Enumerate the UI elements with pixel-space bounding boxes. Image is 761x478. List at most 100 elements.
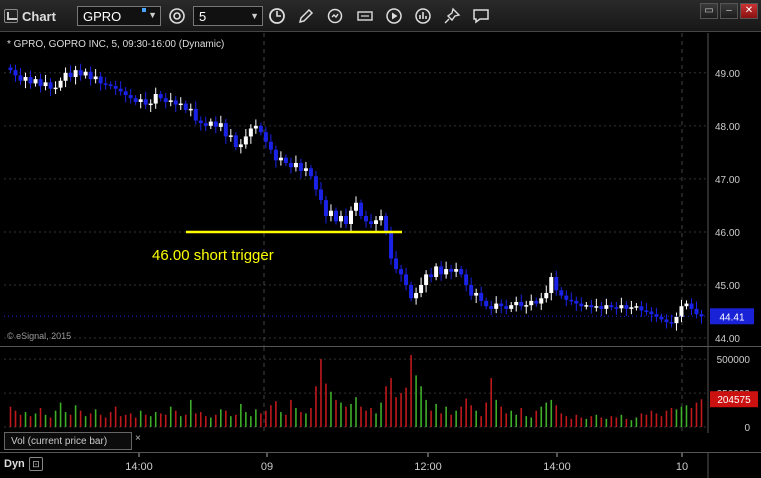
candle-body <box>268 141 273 150</box>
close-icon[interactable]: × <box>135 433 141 444</box>
candle-body <box>208 121 213 126</box>
interval-input[interactable]: 5 ▼ <box>193 6 263 26</box>
price-tick-label: 48.00 <box>715 122 740 133</box>
candle-body <box>213 121 218 127</box>
candle-body <box>524 305 529 307</box>
candle-body <box>384 216 389 232</box>
candle-body <box>529 300 534 306</box>
restore-button[interactable]: ▭ <box>700 3 718 19</box>
time-axis[interactable]: 14:00 09 12:00 14:00 10 Dyn ⊡ <box>0 452 761 478</box>
candle-body <box>479 292 484 301</box>
candle-body <box>68 72 73 78</box>
candle-body <box>594 306 599 308</box>
time-tick-label: 14:00 <box>125 461 153 473</box>
clock-icon[interactable] <box>267 6 287 26</box>
candle-body <box>293 162 298 168</box>
candle-body <box>148 103 153 106</box>
dynamic-mode-label[interactable]: Dyn <box>4 458 25 470</box>
candle-body <box>328 210 333 217</box>
candle-body <box>288 162 293 168</box>
candle-body <box>469 284 474 296</box>
candle-body <box>58 80 63 88</box>
link-settings-icon[interactable] <box>167 6 187 26</box>
comment-icon[interactable] <box>471 6 491 26</box>
candle-body <box>484 300 489 307</box>
candle-body <box>579 303 584 307</box>
candle-body <box>679 306 684 317</box>
candle-body <box>634 306 639 308</box>
candle-body <box>619 305 624 309</box>
candle-body <box>348 210 353 224</box>
candle-body <box>343 216 348 224</box>
candle-body <box>454 269 459 272</box>
candle-body <box>554 277 559 291</box>
candle-body <box>574 300 579 304</box>
candle-body <box>429 274 434 278</box>
chevron-down-icon[interactable]: ▼ <box>250 11 259 21</box>
candle-body <box>659 316 664 320</box>
refresh-icon[interactable] <box>325 6 345 26</box>
candle-body <box>158 94 163 99</box>
candle-body <box>514 301 519 306</box>
edit-label-icon[interactable] <box>355 6 375 26</box>
candle-body <box>374 220 379 224</box>
candle-body <box>273 149 278 161</box>
candle-body <box>399 269 404 275</box>
candle-body <box>323 200 328 217</box>
price-pane[interactable]: 49.00 48.00 47.00 46.00 45.00 44.00 46.00 shor… <box>0 33 761 346</box>
bar-chart-icon[interactable] <box>413 6 433 26</box>
candle-body <box>379 216 384 221</box>
candle-body <box>564 295 569 300</box>
candle-body <box>449 269 454 272</box>
candle-body <box>143 99 148 105</box>
candle-body <box>674 316 679 324</box>
candle-body <box>419 284 424 293</box>
candle-body <box>439 266 444 275</box>
candle-body <box>243 136 248 145</box>
chevron-down-icon[interactable]: ▼ <box>148 10 157 20</box>
candle-body <box>539 298 544 304</box>
symbol-value: GPRO <box>83 9 122 24</box>
candle-body <box>534 300 539 304</box>
price-chart[interactable]: 49.00 48.00 47.00 46.00 45.00 44.00 46.00 shor… <box>0 33 761 346</box>
candle-body <box>278 157 283 161</box>
candle-body <box>519 301 524 307</box>
candle-body <box>33 79 38 84</box>
candle-body <box>188 108 193 111</box>
candle-body <box>18 75 23 81</box>
play-icon[interactable] <box>384 6 404 26</box>
candle-body <box>123 91 128 96</box>
candle-body <box>629 307 634 309</box>
volume-pane[interactable]: 5000002500000204575 <box>0 347 761 434</box>
symbol-input[interactable]: GPRO ▼ <box>77 6 161 26</box>
copyright-text: © eSignal, 2015 <box>7 331 72 341</box>
candle-body <box>664 319 669 323</box>
candle-body <box>544 292 549 299</box>
minimize-button[interactable]: ‒ <box>720 3 738 19</box>
price-tick-label: 49.00 <box>715 69 740 80</box>
time-axis-ticks: 14:00 09 12:00 14:00 10 <box>125 453 709 478</box>
time-tick-label: 10 <box>676 461 688 473</box>
price-tick-label: 45.00 <box>715 281 740 292</box>
pencil-draw-icon[interactable] <box>296 6 316 26</box>
candle-body <box>639 306 644 311</box>
volume-chart[interactable]: 5000002500000204575 <box>0 347 761 434</box>
candle-body <box>253 125 258 129</box>
candle-body <box>283 157 288 163</box>
candle-body <box>228 135 233 137</box>
lock-icon[interactable]: ⊡ <box>29 457 43 471</box>
candle-body <box>248 128 253 137</box>
time-tick-label: 12:00 <box>414 461 442 473</box>
candle-body <box>624 305 629 309</box>
candle-body <box>394 258 399 270</box>
candle-body <box>409 284 414 299</box>
candle-body <box>389 231 394 259</box>
candle-body <box>549 277 554 293</box>
candle-body <box>73 70 78 78</box>
pin-icon[interactable] <box>442 6 462 26</box>
candle-body <box>153 94 158 104</box>
volume-study-label[interactable]: Vol (current price bar) <box>4 432 132 450</box>
close-button[interactable]: ✕ <box>740 3 758 19</box>
candle-body <box>494 303 499 309</box>
candle-body <box>424 274 429 285</box>
